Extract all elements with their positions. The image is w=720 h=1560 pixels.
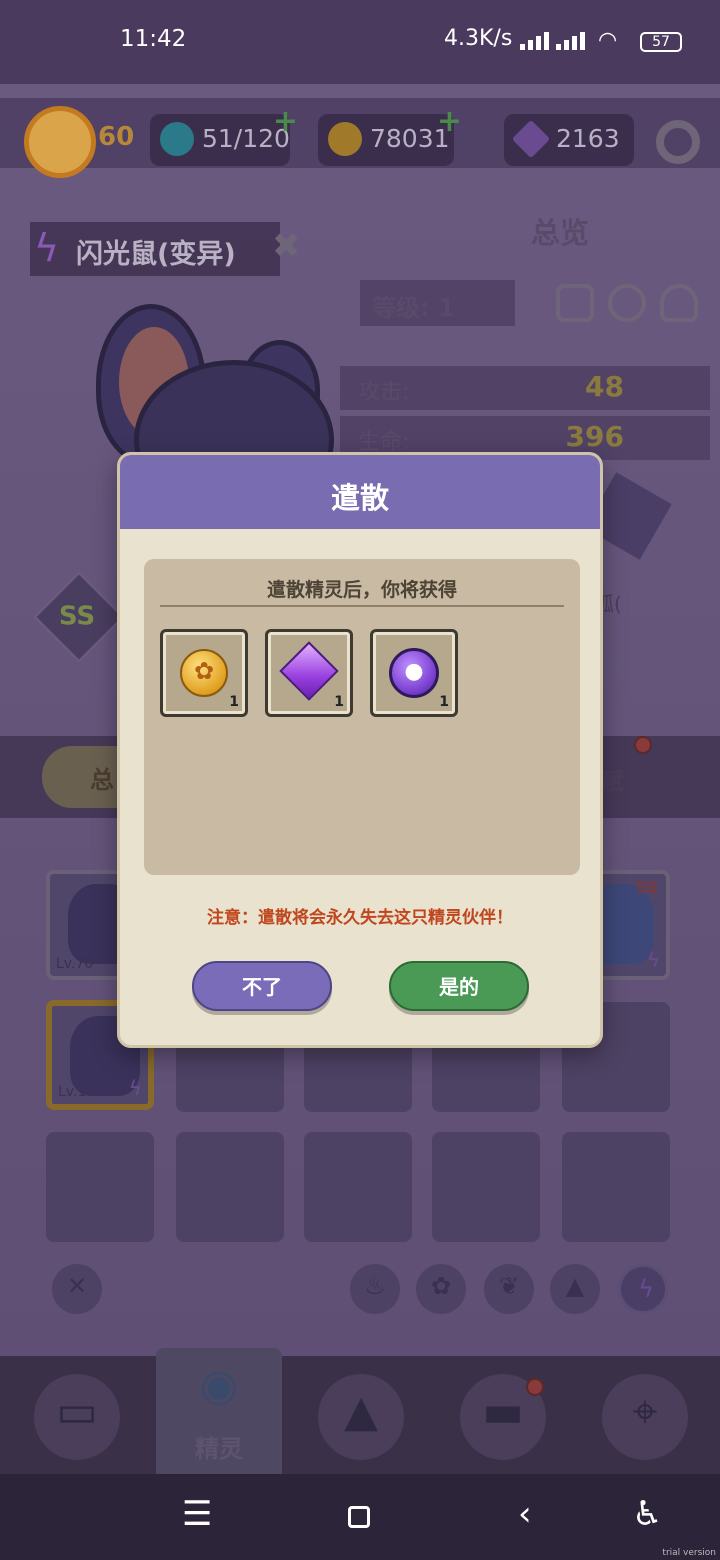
reward-panel: 遣散精灵后，你将获得 ✿ 1 1 ● 1 [144, 559, 580, 875]
add-coin-icon[interactable]: + [437, 104, 462, 139]
lock-icon[interactable] [660, 284, 698, 322]
location-pin-icon: ⌖ [632, 1386, 658, 1437]
gem-counter: 2163 [504, 114, 634, 166]
reward-count: 1 [229, 694, 239, 710]
nav-location[interactable]: ⌖ [602, 1374, 688, 1460]
network-speed: 4.3K/s [444, 26, 513, 51]
pet-level: Lv.70 [56, 956, 94, 972]
empty-slot [432, 1132, 540, 1242]
empty-slot [176, 1132, 284, 1242]
stat-value: 48 [585, 370, 624, 403]
lightning-icon: ϟ [34, 226, 60, 270]
menu-icon[interactable]: ☰ [182, 1494, 212, 1534]
stat-value: 396 [565, 420, 624, 453]
pet-name: 闪光鼠(变异) [76, 239, 236, 270]
player-avatar[interactable] [24, 106, 96, 178]
console-icon: ▭ [56, 1386, 98, 1437]
reward-count: 1 [334, 694, 344, 710]
lightning-icon: ϟ [128, 1076, 142, 1100]
clock: 11:42 [120, 26, 187, 52]
reward-count: 1 [439, 694, 449, 710]
stat-label: 攻击: [358, 380, 410, 405]
system-nav-bar: ☰ ‹ ♿ trial version [0, 1474, 720, 1560]
tab-talent[interactable]: 赋 [600, 762, 624, 797]
close-icon[interactable]: ✖ [272, 226, 301, 266]
fire-icon[interactable]: ♨ [350, 1264, 400, 1314]
stat-attack: 攻击: 48 [340, 366, 710, 410]
watermark: trial version [662, 1548, 716, 1558]
dialog-title: 遣散 [330, 481, 389, 515]
confirm-button[interactable]: 是的 [389, 961, 529, 1011]
tab-label: 总 [90, 766, 114, 794]
empty-slot [562, 1132, 670, 1242]
gem-icon [511, 119, 551, 159]
coin-icon [328, 122, 362, 156]
rock-icon[interactable]: ▲ [550, 1264, 600, 1314]
signal-hd-icon [556, 30, 586, 50]
empty-slot [304, 1132, 412, 1242]
lightning-filter-icon[interactable]: ϟ [618, 1264, 668, 1314]
pet-level: Lv.1 [58, 1084, 87, 1100]
signal-icon [520, 30, 550, 50]
overview-title: 总览 [530, 216, 589, 250]
player-level: 60 [98, 122, 135, 152]
play-icon[interactable] [556, 284, 594, 322]
mountain-icon: ▲ [344, 1386, 378, 1437]
gem-value: 2163 [556, 124, 620, 153]
notification-dot [634, 736, 652, 754]
add-stamina-icon[interactable]: + [273, 104, 298, 139]
gear-icon[interactable] [656, 120, 700, 164]
reward-subtitle: 遣散精灵后，你将获得 [266, 579, 457, 601]
dialog-header: 遣散 [120, 455, 600, 529]
nav-map-mountain[interactable]: ▲ [318, 1374, 404, 1460]
resource-bar: 60 51/120 + 78031 + 2163 [0, 98, 720, 178]
flower-icon[interactable]: ✿ [416, 1264, 466, 1314]
rank-mini: SS [635, 878, 658, 897]
reward-item[interactable]: ● 1 [370, 629, 458, 717]
water-drop-icon [160, 122, 194, 156]
wifi-icon: ◠ [598, 28, 618, 53]
notification-dot [526, 1378, 544, 1396]
accessibility-icon[interactable]: ♿ [632, 1494, 662, 1534]
coin-counter[interactable]: 78031 + [318, 104, 462, 166]
target-icon[interactable] [608, 284, 646, 322]
stamina-counter[interactable]: 51/120 + [150, 104, 298, 166]
status-bar: 11:42 4.3K/s ◠ 57 [0, 0, 720, 84]
reward-item[interactable]: 1 [265, 629, 353, 717]
battery-icon: 57 [640, 32, 682, 52]
leaf-icon[interactable]: ❦ [484, 1264, 534, 1314]
warning-text: 注意：遣散将会永久失去这只精灵伙伴！ [207, 908, 513, 928]
pokeball-icon: ◉ [199, 1360, 239, 1411]
filter-clear-icon[interactable]: ✕ [52, 1264, 102, 1314]
divider [160, 605, 564, 607]
level-label: 等级: 1 [372, 294, 455, 322]
nav-pets[interactable]: ◉ 精灵 [156, 1348, 282, 1480]
reward-item[interactable]: ✿ 1 [160, 629, 248, 717]
empty-slot [46, 1132, 154, 1242]
lightning-icon: ϟ [646, 948, 660, 972]
nav-pets-label: 精灵 [195, 1435, 243, 1463]
orb-icon: ● [389, 648, 439, 698]
home-icon[interactable] [348, 1506, 370, 1528]
level-box: 等级: 1 [360, 280, 515, 326]
cancel-button[interactable]: 不了 [192, 961, 332, 1011]
pet-name-tag: ϟ 闪光鼠(变异) [30, 222, 280, 276]
gem-icon [279, 641, 339, 701]
back-icon[interactable]: ‹ [518, 1494, 532, 1534]
bottom-nav: ▭ ◉ 精灵 ▲ ▬ ⌖ [0, 1348, 720, 1480]
dismiss-dialog: 遣散 遣散精灵后，你将获得 ✿ 1 1 ● 1 注意：遣散将会永久失去这只精灵伙… [117, 452, 603, 1048]
nav-home[interactable]: ▭ [34, 1374, 120, 1460]
coin-icon: ✿ [180, 649, 228, 697]
